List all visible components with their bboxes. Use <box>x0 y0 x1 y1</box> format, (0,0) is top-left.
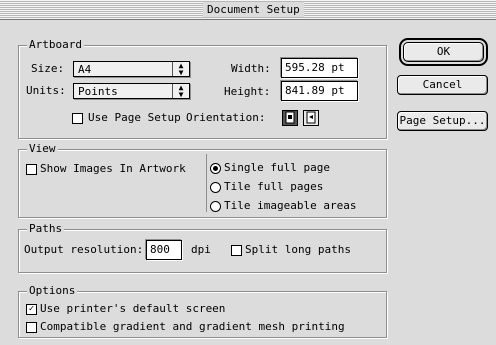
popup-arrows-icon: ▲ ▼ <box>172 62 189 77</box>
output-resolution-label: Output resolution: <box>24 243 144 256</box>
popup-arrows-icon: ▲ ▼ <box>172 84 189 99</box>
use-page-setup-checkbox[interactable] <box>72 113 83 124</box>
tile-imageable-areas-label[interactable]: Tile imageable areas <box>224 199 356 213</box>
units-popup-value: Points <box>78 85 118 98</box>
split-long-paths-checkbox[interactable] <box>231 245 242 256</box>
landscape-orientation-icon[interactable] <box>303 110 319 126</box>
height-field-value: 841.89 pt <box>285 84 345 97</box>
single-full-page-radio[interactable] <box>210 163 221 174</box>
view-divider <box>206 154 207 212</box>
title-bar[interactable]: Document Setup <box>0 0 496 20</box>
units-popup[interactable]: Points ▲ ▼ <box>73 83 190 99</box>
printer-screen-checkbox[interactable]: ✓ <box>26 304 37 315</box>
width-field[interactable]: 595.28 pt <box>281 58 358 78</box>
size-popup[interactable]: A4 ▲ ▼ <box>73 61 190 77</box>
width-field-value: 595.28 pt <box>285 61 345 74</box>
tile-full-pages-label[interactable]: Tile full pages <box>224 180 323 194</box>
use-page-setup-label[interactable]: Use Page Setup <box>88 111 181 125</box>
printer-screen-label[interactable]: Use printer's default screen <box>40 302 225 316</box>
portrait-orientation-icon[interactable] <box>282 110 298 126</box>
show-images-checkbox[interactable] <box>26 164 37 175</box>
paths-group-label: Paths <box>27 222 65 236</box>
height-label: Height: <box>224 85 271 98</box>
show-images-label[interactable]: Show Images In Artwork <box>40 162 186 176</box>
window-title: Document Setup <box>203 2 304 17</box>
page-setup-button[interactable]: Page Setup... <box>397 111 488 131</box>
ok-button[interactable]: OK <box>399 38 488 66</box>
height-field[interactable]: 841.89 pt <box>281 81 358 101</box>
options-group-label: Options <box>27 284 78 298</box>
split-long-paths-label[interactable]: Split long paths <box>245 243 351 257</box>
single-full-page-label[interactable]: Single full page <box>224 161 330 175</box>
tile-full-pages-radio[interactable] <box>210 182 221 193</box>
dpi-label: dpi <box>191 243 211 256</box>
width-label: Width: <box>231 62 271 75</box>
orientation-label: Orientation: <box>186 111 266 124</box>
tile-imageable-areas-radio[interactable] <box>210 201 221 212</box>
cancel-button[interactable]: Cancel <box>397 75 488 95</box>
compatible-gradient-checkbox[interactable] <box>26 322 37 333</box>
units-label: Units: <box>26 84 66 97</box>
view-group-label: View <box>27 142 58 156</box>
output-resolution-value: 800 <box>150 243 170 256</box>
compatible-gradient-label[interactable]: Compatible gradient and gradient mesh pr… <box>40 320 345 334</box>
size-popup-value: A4 <box>78 63 92 76</box>
size-label: Size: <box>31 62 65 75</box>
output-resolution-field[interactable]: 800 <box>146 240 182 260</box>
artboard-group-label: Artboard <box>27 38 84 52</box>
